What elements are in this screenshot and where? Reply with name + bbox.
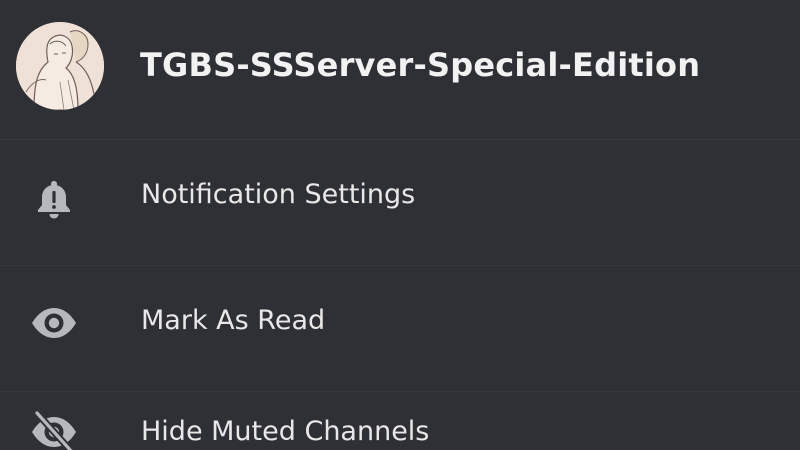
- bell-icon: [30, 175, 78, 223]
- server-avatar[interactable]: [16, 22, 104, 110]
- hide-muted-channels-item[interactable]: Hide Muted Channels: [0, 392, 800, 450]
- hide-muted-channels-label: Hide Muted Channels: [141, 416, 430, 447]
- mark-as-read-label: Mark As Read: [141, 305, 326, 336]
- notification-settings-label: Notification Settings: [141, 179, 416, 210]
- eye-icon: [30, 299, 78, 347]
- server-name: TGBS-SSServer-Special-Edition: [140, 46, 701, 84]
- avatar-illustration: [16, 22, 104, 110]
- mark-as-read-item[interactable]: Mark As Read: [0, 267, 800, 392]
- eye-slash-icon: [30, 408, 78, 450]
- server-context-menu: TGBS-SSServer-Special-Edition Notificati…: [0, 0, 800, 450]
- notification-settings-item[interactable]: Notification Settings: [0, 141, 800, 266]
- server-header: TGBS-SSServer-Special-Edition: [0, 0, 800, 140]
